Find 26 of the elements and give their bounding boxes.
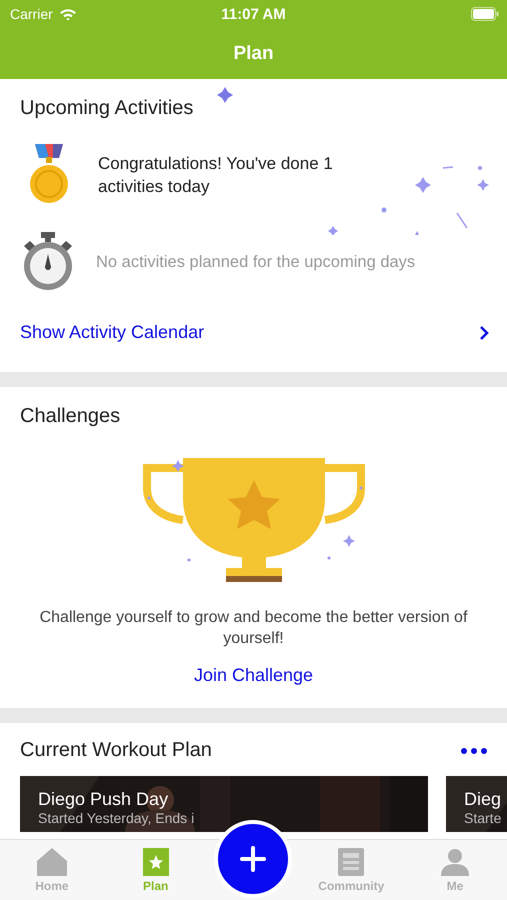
activity-message: Congratulations! You've done 1 activities today xyxy=(98,153,334,198)
person-icon xyxy=(441,848,470,876)
house-icon xyxy=(36,848,67,876)
plus-icon xyxy=(240,846,266,872)
document-icon xyxy=(338,848,364,876)
battery-icon xyxy=(471,7,499,21)
carrier-name: Carrier xyxy=(10,6,53,22)
workout-title: Dieg xyxy=(464,788,502,810)
workout-title: Diego Push Day xyxy=(38,788,170,810)
workout-card[interactable]: Diego Push Day Started Yesterday, Ends i xyxy=(20,776,428,832)
status-time: 11:07 AM xyxy=(221,6,286,22)
section-title: Current Workout Plan xyxy=(20,739,212,762)
workout-dates: Starte xyxy=(464,810,502,827)
join-challenge-button[interactable]: Join Challenge xyxy=(190,661,318,690)
screen-title: Plan xyxy=(233,42,274,64)
section-title: Upcoming Activities xyxy=(20,97,194,120)
activity-message: No activities planned for the upcoming days xyxy=(96,252,416,272)
workout-dates: Started Yesterday, Ends i xyxy=(38,810,196,827)
more-icon[interactable] xyxy=(461,748,487,754)
workout-card[interactable]: Dieg Starte xyxy=(446,776,507,832)
wifi-icon xyxy=(58,8,77,20)
calendar-link[interactable]: Show Activity Calendar xyxy=(20,322,204,343)
challenge-message: Challenge yourself to grow and become the better version of yourself! xyxy=(38,608,468,649)
medal-icon xyxy=(27,144,71,206)
chevron-icon[interactable] xyxy=(479,324,489,340)
section-title: Challenges xyxy=(20,405,120,428)
